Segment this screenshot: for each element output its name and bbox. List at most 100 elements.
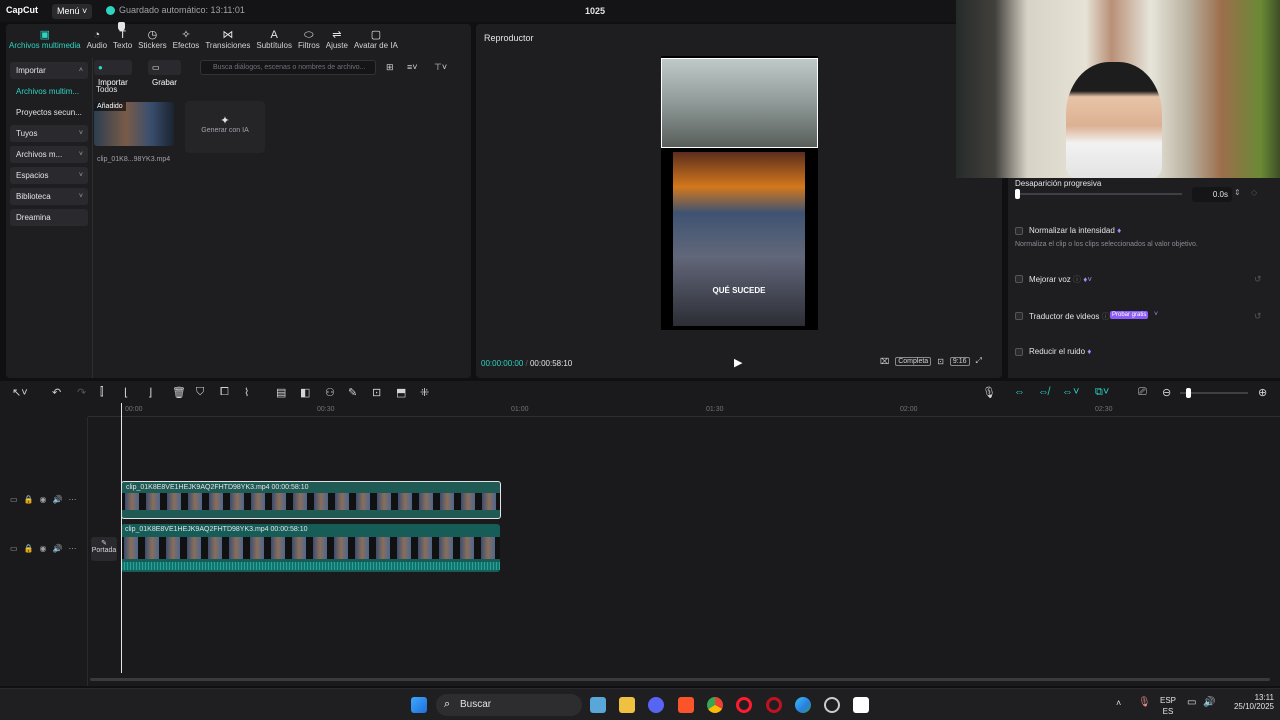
reduce-noise-checkbox[interactable] xyxy=(1015,348,1023,356)
person-cutout-icon[interactable]: ⚇ xyxy=(325,386,335,399)
sidenav-archivos-m[interactable]: Archivos m... ˅ xyxy=(10,146,88,163)
timeline-scrollbar[interactable] xyxy=(90,678,1270,681)
sort-icon[interactable]: ≡˅ xyxy=(407,62,418,72)
fade-slider[interactable] xyxy=(1018,193,1182,195)
keyframe-icon[interactable]: ◇ xyxy=(1251,188,1257,197)
play-button[interactable]: ▶ xyxy=(734,356,742,369)
taskbar-search[interactable]: Buscar xyxy=(436,694,582,716)
cut-icon[interactable]: ⌧ xyxy=(880,357,889,366)
translate-checkbox[interactable] xyxy=(1015,312,1023,320)
ai-icon[interactable]: ⊡ xyxy=(372,386,381,399)
main-video-frame[interactable]: QUÉ SUCEDE xyxy=(673,152,805,326)
link-main-track-icon[interactable]: ⇔ xyxy=(1014,386,1025,398)
stepper-icon[interactable]: ⇕ xyxy=(1234,188,1241,197)
tab-efectos[interactable]: ✧ Efectos xyxy=(170,24,203,54)
filter-icon[interactable]: ⊤˅ xyxy=(434,62,447,73)
sidenav-archivos-multimedia[interactable]: Archivos multim... xyxy=(10,83,88,100)
magnet-icon[interactable]: ⇎ xyxy=(1038,386,1049,398)
tab-subtitulos[interactable]: A Subtítulos xyxy=(253,24,295,54)
fade-value-input[interactable]: 0.0s xyxy=(1192,187,1232,202)
sidenav-espacios[interactable]: Espacios ˅ xyxy=(10,167,88,184)
crop-icon[interactable]: ⊡ xyxy=(937,357,944,366)
clock[interactable]: 13:11 25/10/2025 xyxy=(1234,693,1274,711)
zoom-in-icon[interactable]: ⊕ xyxy=(1258,386,1267,399)
tab-ajuste[interactable]: ⇌ Ajuste xyxy=(323,24,351,54)
snap-icon[interactable]: ⇔˅ xyxy=(1062,386,1079,398)
improve-voice-checkbox[interactable] xyxy=(1015,275,1023,283)
sidenav-biblioteca[interactable]: Biblioteca ˅ xyxy=(10,188,88,205)
shield-icon[interactable]: ⛉ xyxy=(196,386,204,399)
tab-audio[interactable]: ◔ Audio xyxy=(84,24,110,54)
preview-axis-icon[interactable]: ⧉˅ xyxy=(1095,386,1109,399)
edge-icon[interactable] xyxy=(795,697,811,713)
chevron-down-icon[interactable]: ˅ xyxy=(1154,311,1158,318)
overlay-video-frame[interactable] xyxy=(661,58,818,148)
zoom-out-icon[interactable]: ⊖ xyxy=(1162,386,1171,399)
export-frame-icon[interactable]: ⬒ xyxy=(396,386,406,399)
playhead-handle[interactable] xyxy=(118,22,125,31)
tab-stickers[interactable]: ◷ Stickers xyxy=(135,24,169,54)
media-clip-thumbnail[interactable]: Añadido xyxy=(94,102,174,146)
split-icon[interactable]: ⫿ xyxy=(100,386,104,399)
select-tool-icon[interactable]: ↖˅ xyxy=(12,386,28,399)
undo-icon[interactable]: ↶ xyxy=(52,386,61,399)
windows-start-icon[interactable] xyxy=(411,697,427,713)
cover-button[interactable]: ✎ Portada xyxy=(91,537,117,561)
redo-icon[interactable]: ↷ xyxy=(77,386,86,399)
sidenav-dreamina[interactable]: Dreamina xyxy=(10,209,88,226)
mirror-icon[interactable]: ◧ xyxy=(300,386,310,399)
reset-icon[interactable]: ↺ xyxy=(1254,311,1262,322)
record-button[interactable]: ▭ Grabar xyxy=(148,60,181,87)
volume-icon[interactable]: 🔊 xyxy=(1203,697,1215,708)
view-toggle-icon[interactable]: ⊞ xyxy=(386,62,394,73)
fullscreen-icon[interactable]: ⤢ xyxy=(976,356,982,366)
preview-canvas[interactable]: QUÉ SUCEDE xyxy=(661,56,818,330)
magic-icon[interactable]: ✎ xyxy=(348,386,357,399)
app-icon[interactable] xyxy=(590,697,606,713)
track-controls-2[interactable]: ▭🔒◉🔊⋯ xyxy=(10,544,82,553)
network-icon[interactable]: ▭ xyxy=(1187,697,1196,708)
brave-icon[interactable] xyxy=(678,697,694,713)
caption-icon[interactable]: ⎚ xyxy=(1138,386,1147,399)
overlay-clip[interactable]: clip_01K8E8VE1HEJK9AQ2FHTD98YK3.mp4 00:0… xyxy=(121,481,501,519)
generate-ai-button[interactable]: ✦ Generar con IA xyxy=(185,101,265,153)
file-explorer-icon[interactable] xyxy=(619,697,635,713)
complete-button[interactable]: Completa xyxy=(895,356,932,366)
fade-slider-handle[interactable] xyxy=(1015,189,1020,199)
opera-icon[interactable] xyxy=(736,697,752,713)
zoom-slider-handle[interactable] xyxy=(1186,388,1191,398)
chrome-icon[interactable] xyxy=(707,697,723,713)
speed-icon[interactable]: ⌇ xyxy=(244,386,249,399)
main-clip[interactable]: clip_01K8E8VE1HEJK9AQ2FHTD98YK3.mp4 00:0… xyxy=(121,524,500,572)
split-right-icon[interactable]: ⌋ xyxy=(148,386,152,399)
delete-icon[interactable]: 🗑 xyxy=(172,386,186,399)
sidenav-proyectos[interactable]: Proyectos secun... xyxy=(10,104,88,121)
tab-avatar-ia[interactable]: ▢ Avatar de IA xyxy=(351,24,401,54)
sidenav-importar[interactable]: Importar ˄ xyxy=(10,62,88,79)
discord-icon[interactable] xyxy=(648,697,664,713)
microphone-icon[interactable]: 🎙 xyxy=(982,386,996,399)
normalize-checkbox[interactable] xyxy=(1015,227,1023,235)
tab-filtros[interactable]: ⬭ Filtros xyxy=(295,24,323,54)
opera-gx-icon[interactable] xyxy=(766,697,782,713)
ratio-button[interactable]: 9:16 xyxy=(949,356,970,366)
playhead[interactable] xyxy=(121,403,122,673)
microphone-icon[interactable]: 🎙 xyxy=(1138,697,1151,708)
language-indicator[interactable]: ESP ES xyxy=(1160,695,1176,717)
tab-transiciones[interactable]: ⋈ Transiciones xyxy=(202,24,253,54)
import-button[interactable]: ● Importar xyxy=(94,60,132,87)
freeze-icon[interactable]: ▤ xyxy=(276,386,286,399)
menu-button[interactable]: Menú ˅ xyxy=(52,4,93,19)
crop-icon[interactable]: ⧠ xyxy=(220,386,229,399)
time-ruler[interactable]: 00:00 00:30 01:00 01:30 02:00 02:30 xyxy=(88,405,1280,417)
reset-icon[interactable]: ↺ xyxy=(1254,274,1262,285)
track-controls-1[interactable]: ▭🔒◉🔊⋯ xyxy=(10,495,82,504)
sidenav-tuyos[interactable]: Tuyos ˅ xyxy=(10,125,88,142)
chevron-up-icon[interactable]: ˄ xyxy=(1116,698,1121,708)
obs-icon[interactable] xyxy=(824,697,840,713)
auto-reframe-icon[interactable]: ⁜ xyxy=(420,386,429,399)
tab-archivos-multimedia[interactable]: ▣ Archivos multimedia xyxy=(6,24,84,54)
search-input[interactable]: Busca diálogos, escenas o nombres de arc… xyxy=(200,60,376,75)
capcut-icon[interactable] xyxy=(853,697,869,713)
split-left-icon[interactable]: ⌊ xyxy=(124,386,128,399)
